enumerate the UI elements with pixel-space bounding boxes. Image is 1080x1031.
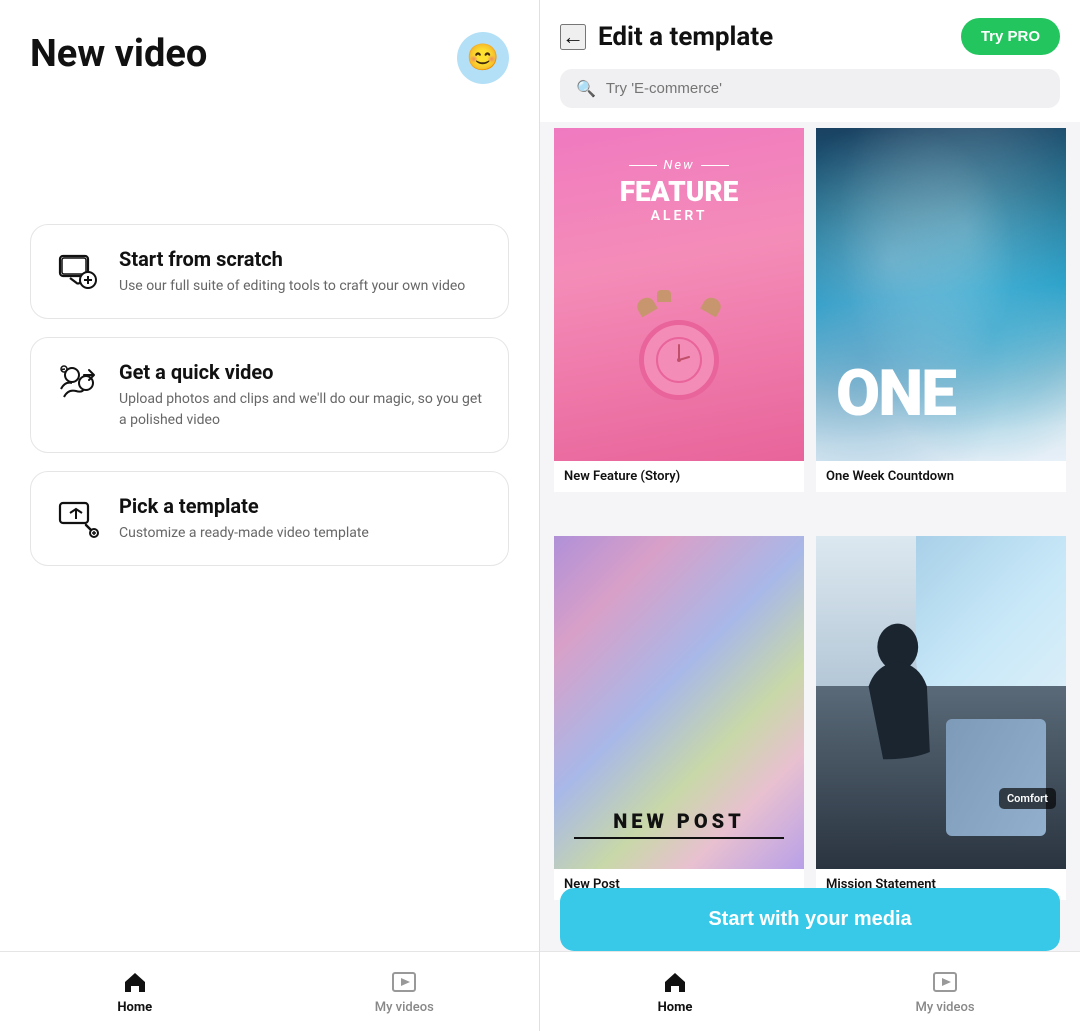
search-bar: 🔍 xyxy=(540,69,1080,122)
template-desc: Customize a ready-made video template xyxy=(119,523,369,543)
quick-title: Get a quick video xyxy=(119,360,484,384)
template-card-text: Pick a template Customize a ready-made v… xyxy=(119,494,369,543)
right-panel: ← Edit a template Try PRO 🔍 New FEATURE … xyxy=(540,0,1080,1031)
left-nav-home[interactable]: Home xyxy=(0,952,270,1031)
try-pro-button[interactable]: Try PRO xyxy=(961,18,1060,55)
avatar[interactable]: 😊 xyxy=(457,32,509,84)
newpost-overlay: NEW POST xyxy=(554,809,804,839)
start-media-button[interactable]: Start with your media xyxy=(560,888,1060,951)
search-icon: 🔍 xyxy=(576,79,596,98)
template-title: Pick a template xyxy=(119,494,369,518)
one-week-thumb: ONE xyxy=(816,128,1066,461)
left-header: New video 😊 xyxy=(0,0,539,84)
option-template[interactable]: Pick a template Customize a ready-made v… xyxy=(30,471,509,566)
quick-desc: Upload photos and clips and we'll do our… xyxy=(119,389,484,430)
page-title: New video xyxy=(30,32,207,78)
scratch-icon xyxy=(55,247,101,293)
clock-decoration xyxy=(629,290,729,400)
one-week-text: ONE xyxy=(836,356,955,431)
right-nav-home[interactable]: Home xyxy=(540,952,810,1031)
template-icon xyxy=(55,494,101,540)
quick-card-text: Get a quick video Upload photos and clip… xyxy=(119,360,484,430)
template-card-one-week[interactable]: ONE One Week Countdown xyxy=(816,128,1066,524)
right-header: ← Edit a template Try PRO xyxy=(540,0,1080,69)
feature-overlay: New FEATURE ALERT xyxy=(554,158,804,224)
right-title: Edit a template xyxy=(598,22,949,52)
new-post-thumb: NEW POST xyxy=(554,536,804,869)
right-nav-myvideos[interactable]: My videos xyxy=(810,952,1080,1031)
template-card-new-feature[interactable]: New FEATURE ALERT xyxy=(554,128,804,524)
left-panel: New video 😊 Start from scratch Us xyxy=(0,0,540,1031)
back-button[interactable]: ← xyxy=(560,24,586,50)
left-bottom-nav: Home My videos xyxy=(0,951,539,1031)
new-feature-thumb: New FEATURE ALERT xyxy=(554,128,804,461)
scratch-title: Start from scratch xyxy=(119,247,465,271)
scratch-card-text: Start from scratch Use our full suite of… xyxy=(119,247,465,296)
comfort-badge: Comfort xyxy=(999,788,1056,809)
one-week-name: One Week Countdown xyxy=(816,461,1066,492)
new-feature-name: New Feature (Story) xyxy=(554,461,804,492)
template-card-new-post[interactable]: NEW POST New Post xyxy=(554,536,804,932)
right-myvideos-label: My videos xyxy=(915,1000,974,1015)
newpost-text: NEW POST xyxy=(574,809,784,839)
mission-thumb: Comfort xyxy=(816,536,1066,869)
scratch-desc: Use our full suite of editing tools to c… xyxy=(119,276,465,296)
person-silhouette xyxy=(854,602,942,785)
left-myvideos-label: My videos xyxy=(375,1000,434,1015)
option-scratch[interactable]: Start from scratch Use our full suite of… xyxy=(30,224,509,319)
left-home-label: Home xyxy=(117,1000,152,1015)
car-scene xyxy=(816,536,1066,869)
left-nav-myvideos[interactable]: My videos xyxy=(270,952,540,1031)
right-home-label: Home xyxy=(658,1000,693,1015)
search-input-wrap[interactable]: 🔍 xyxy=(560,69,1060,108)
search-input[interactable] xyxy=(606,80,1044,97)
options-list: Start from scratch Use our full suite of… xyxy=(0,224,539,566)
template-card-mission[interactable]: Comfort Mission Statement xyxy=(816,536,1066,932)
right-bottom-nav: Home My videos xyxy=(540,951,1080,1031)
quick-icon xyxy=(55,360,101,406)
option-quick[interactable]: Get a quick video Upload photos and clip… xyxy=(30,337,509,453)
